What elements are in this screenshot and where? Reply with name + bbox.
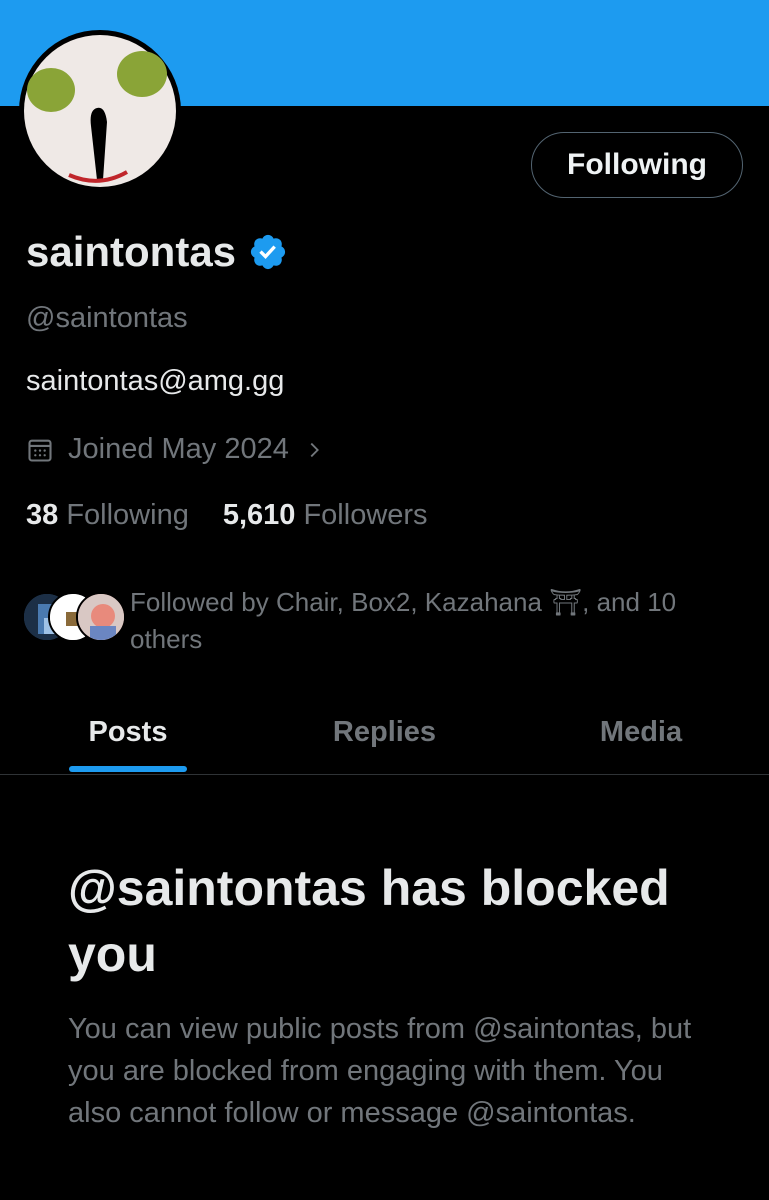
verified-badge-icon[interactable] [248, 232, 288, 272]
blocked-notice-body: You can view public posts from @saintont… [68, 1013, 692, 1129]
follow-stats: 38 Following 5,610 Followers [26, 499, 428, 532]
active-tab-indicator [69, 766, 187, 772]
followers-label: Followers [303, 499, 428, 531]
followers-count: 5,610 [222, 499, 296, 531]
following-label: Following [66, 499, 189, 531]
joined-date-text: Joined May 2024 [68, 433, 289, 465]
avatar-image [24, 35, 176, 187]
tab-replies[interactable]: Replies [256, 690, 513, 774]
display-name-text: saintontas [26, 228, 237, 275]
mutual-avatar [76, 592, 126, 642]
tab-media[interactable]: Media [513, 690, 769, 774]
tab-posts[interactable]: Posts [0, 690, 256, 774]
followed-by-text: Followed by Chair, Box2, Kazahana ⛩, and… [130, 587, 677, 654]
followers-you-know-avatars [22, 592, 126, 644]
following-button[interactable]: Following [531, 132, 743, 198]
followers-count-link[interactable]: 5,610 Followers [223, 499, 428, 532]
joined-date-row[interactable]: Joined May 2024 [26, 433, 325, 466]
following-count: 38 [26, 499, 59, 531]
blocked-notice-title: @saintontas has blocked you [68, 860, 670, 982]
followed-by-row[interactable]: Followed by Chair, Box2, Kazahana ⛩, and… [22, 584, 742, 664]
profile-tabs: Posts Replies Media [0, 690, 769, 775]
profile-avatar[interactable] [19, 30, 181, 192]
profile-bio[interactable]: saintontas@amg.gg [26, 365, 284, 398]
following-count-link[interactable]: 38 Following [26, 499, 189, 532]
chevron-right-icon [310, 442, 319, 457]
profile-handle: @saintontas [26, 302, 188, 334]
calendar-icon [28, 439, 52, 462]
profile-display-name: saintontas [26, 228, 288, 276]
